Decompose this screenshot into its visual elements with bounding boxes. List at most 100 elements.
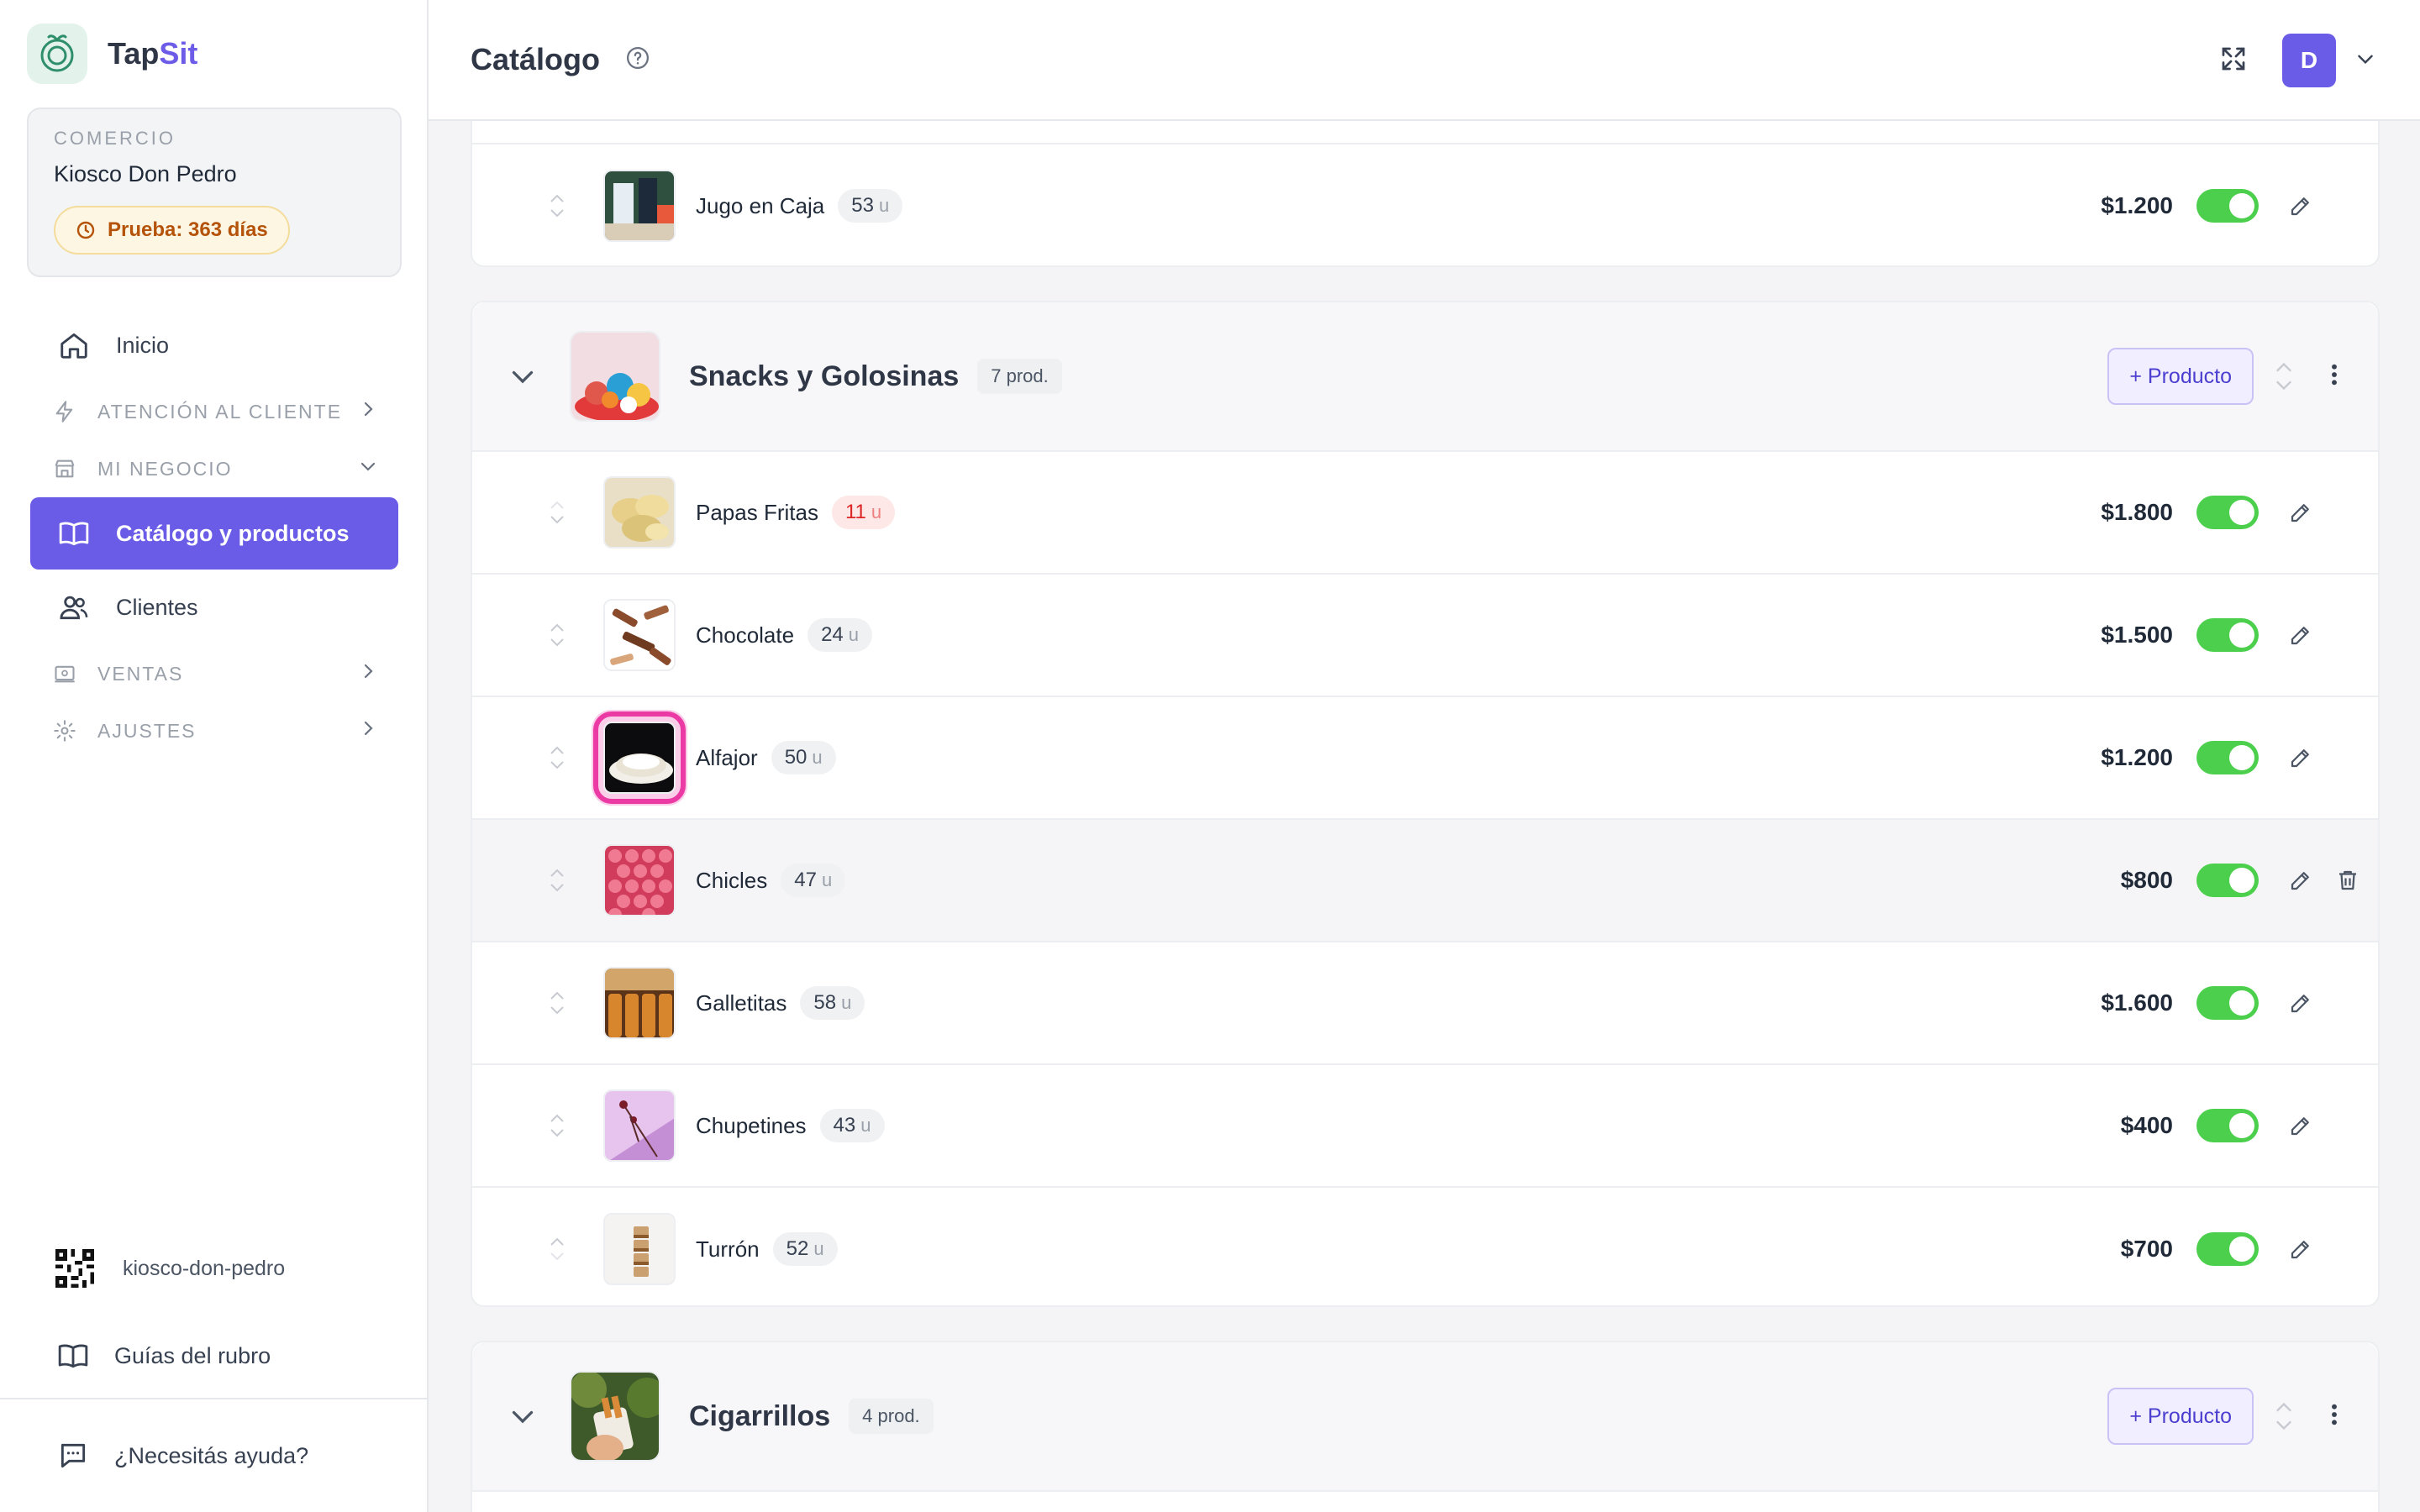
trash-icon[interactable]: [2317, 868, 2378, 893]
book-open-icon: [57, 517, 91, 550]
sort-handle[interactable]: [544, 865, 570, 895]
trial-text: Prueba: 363 días: [108, 218, 268, 241]
availability-toggle[interactable]: [2196, 189, 2259, 223]
availability-toggle[interactable]: [2196, 986, 2259, 1020]
availability-toggle[interactable]: [2196, 1109, 2259, 1142]
chevron-up-icon: [550, 194, 564, 202]
store-link[interactable]: kiosco-don-pedro: [30, 1235, 398, 1302]
category-header[interactable]: Snacks y Golosinas 7 prod. + Producto: [472, 302, 2378, 452]
product-image[interactable]: [603, 599, 676, 671]
edit-icon[interactable]: [2284, 1236, 2317, 1262]
stock-badge: 24 u: [808, 618, 873, 652]
product-price: $1.200: [2101, 192, 2173, 218]
help-circle-icon[interactable]: [625, 45, 650, 75]
stock-badge-low: 11 u: [831, 496, 896, 529]
more-vertical-icon[interactable]: [2329, 1401, 2339, 1432]
stock-badge: 50 u: [771, 741, 836, 774]
chevron-down-icon: [550, 761, 564, 769]
category-image[interactable]: [570, 331, 660, 422]
edit-icon[interactable]: [2284, 622, 2317, 648]
product-image-selected[interactable]: [593, 711, 686, 804]
page-title: Catálogo: [471, 42, 601, 76]
product-row[interactable]: Jugo en Caja 53 u $1.200: [472, 144, 2378, 267]
store-icon: [52, 456, 77, 481]
sort-handle[interactable]: [544, 1234, 570, 1264]
help-link[interactable]: ¿Necesitás ayuda?: [0, 1398, 427, 1512]
avatar[interactable]: D: [2282, 34, 2336, 87]
availability-toggle[interactable]: [2196, 864, 2259, 897]
product-row[interactable]: Chicles 47 u $800: [472, 820, 2378, 942]
category-image[interactable]: [570, 1371, 660, 1462]
edit-icon[interactable]: [2284, 1113, 2317, 1138]
nav-section-settings[interactable]: AJUSTES: [30, 702, 398, 759]
guides-link[interactable]: Guías del rubro: [30, 1322, 398, 1389]
category-actions: + Producto: [2107, 1388, 2378, 1445]
product-row[interactable]: Papas Fritas 11 u $1.800: [472, 452, 2378, 575]
sort-handle[interactable]: [544, 620, 570, 650]
product-image[interactable]: [603, 844, 676, 916]
edit-icon[interactable]: [2284, 990, 2317, 1016]
product-price: $400: [2120, 1112, 2173, 1138]
product-row[interactable]: Turrón 52 u $700: [472, 1188, 2378, 1310]
category-header[interactable]: Cigarrillos 4 prod. + Producto: [472, 1342, 2378, 1492]
sort-handle[interactable]: [544, 497, 570, 528]
stock-badge: 58 u: [800, 986, 865, 1020]
chevron-down-icon[interactable]: [506, 1401, 539, 1431]
chevron-down-icon[interactable]: [2354, 48, 2376, 74]
add-product-button[interactable]: + Producto: [2107, 1388, 2254, 1445]
fullscreen-icon[interactable]: [2218, 44, 2249, 78]
nav-item-home[interactable]: Inicio: [30, 309, 398, 381]
row-actions: $1.800: [1958, 496, 2378, 529]
nav-section-label: VENTAS: [97, 662, 184, 685]
sort-handle[interactable]: [544, 743, 570, 773]
availability-toggle[interactable]: [2196, 1232, 2259, 1266]
product-image[interactable]: [603, 1089, 676, 1162]
more-vertical-icon[interactable]: [2329, 361, 2339, 392]
home-icon: [57, 328, 91, 362]
sort-handle[interactable]: [544, 988, 570, 1018]
product-row[interactable]: Galletitas 58 u $1.600: [472, 942, 2378, 1065]
sort-handle[interactable]: [544, 191, 570, 221]
add-product-button[interactable]: + Producto: [2107, 348, 2254, 405]
guides-label: Guías del rubro: [114, 1342, 271, 1368]
chevron-down-icon: [2276, 381, 2291, 391]
product-image[interactable]: [603, 1213, 676, 1285]
nav-section-label: ATENCIÓN AL CLIENTE: [97, 400, 343, 423]
nav-section-my-business[interactable]: MI NEGOCIO: [30, 440, 398, 497]
availability-toggle[interactable]: [2196, 618, 2259, 652]
edit-icon[interactable]: [2284, 500, 2317, 525]
chevron-up-icon: [2276, 1402, 2291, 1412]
product-price: $1.200: [2101, 744, 2173, 770]
product-image[interactable]: [603, 967, 676, 1039]
chevron-down-icon[interactable]: [506, 361, 539, 391]
availability-toggle[interactable]: [2196, 496, 2259, 529]
availability-toggle[interactable]: [2196, 741, 2259, 774]
clock-icon: [76, 221, 95, 239]
edit-icon[interactable]: [2284, 745, 2317, 770]
cash-register-icon: [52, 661, 77, 686]
trial-badge: Prueba: 363 días: [54, 206, 290, 255]
product-row[interactable]: Chupetines 43 u $400: [472, 1065, 2378, 1188]
category-sort-handle[interactable]: [2272, 358, 2296, 395]
nav-section-customer-service[interactable]: ATENCIÓN AL CLIENTE: [30, 383, 398, 440]
product-row[interactable]: Alfajor 50 u $1.200: [472, 697, 2378, 820]
row-actions: $1.500: [1958, 618, 2378, 652]
help-label: ¿Necesitás ayuda?: [114, 1442, 309, 1468]
nav-item-catalog[interactable]: Catálogo y productos: [30, 497, 398, 570]
brand[interactable]: TapSit: [27, 24, 197, 84]
edit-icon[interactable]: [2284, 868, 2317, 893]
product-image[interactable]: [603, 170, 676, 242]
edit-icon[interactable]: [2284, 193, 2317, 218]
merchant-name: Kiosco Don Pedro: [54, 161, 237, 186]
sort-handle[interactable]: [544, 1110, 570, 1141]
product-image[interactable]: [603, 476, 676, 549]
row-actions: $1.200: [1958, 189, 2378, 223]
product-name: Papas Fritas: [696, 499, 818, 525]
stock-badge: 47 u: [781, 864, 846, 897]
product-row[interactable]: Chocolate 24 u $1.500: [472, 575, 2378, 697]
category-name: Cigarrillos: [689, 1399, 831, 1432]
category-sort-handle[interactable]: [2272, 1398, 2296, 1435]
chevron-down-icon: [358, 456, 378, 481]
nav-section-sales[interactable]: VENTAS: [30, 645, 398, 702]
nav-item-clients[interactable]: Clientes: [30, 571, 398, 643]
